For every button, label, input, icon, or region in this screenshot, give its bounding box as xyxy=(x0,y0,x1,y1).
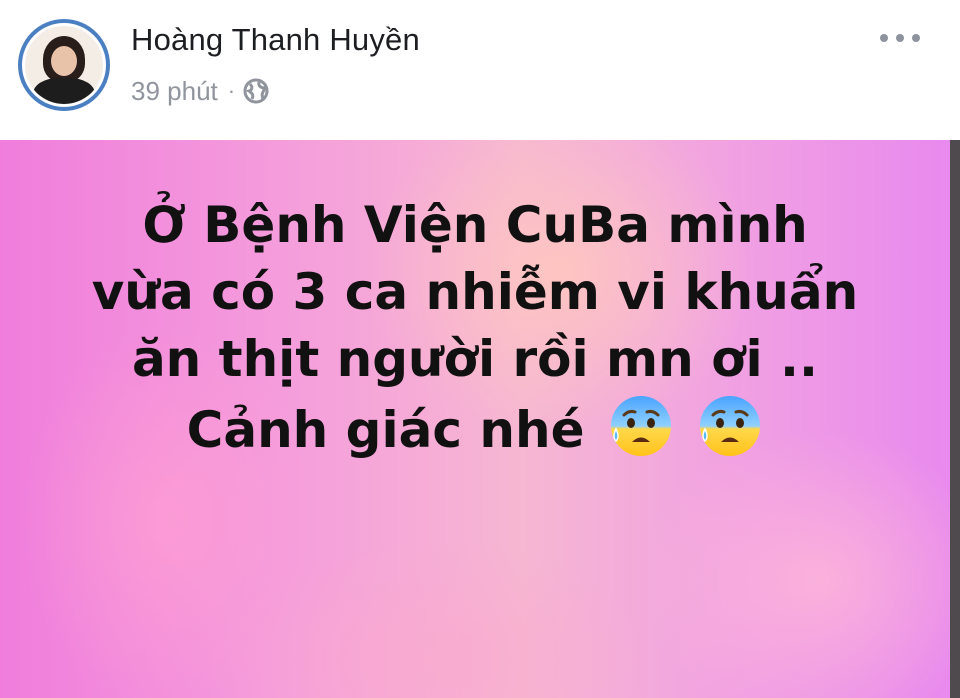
profile-photo xyxy=(22,23,106,107)
avatar-body xyxy=(33,78,95,104)
post-time[interactable]: 39 phút xyxy=(131,76,218,107)
message-line: Cảnh giác nhé xyxy=(186,401,585,459)
avatar-face xyxy=(51,46,77,76)
more-options-icon[interactable] xyxy=(880,28,920,48)
more-dot xyxy=(880,34,888,42)
globe-icon[interactable] xyxy=(243,78,269,104)
facebook-post: Hoàng Thanh Huyền 39 phút · Ở Bệnh Viện … xyxy=(0,0,960,698)
post-message: Ở Bệnh Viện CuBa mình vừa có 3 ca nhiễm … xyxy=(0,192,950,464)
screen-edge xyxy=(950,140,960,698)
author-name[interactable]: Hoàng Thanh Huyền xyxy=(131,22,420,58)
anxious-face-with-sweat-icon xyxy=(697,393,763,459)
meta-separator: · xyxy=(227,78,236,103)
post-meta: 39 phút · xyxy=(131,76,269,106)
message-line: vừa có 3 ca nhiễm vi khuẩn xyxy=(91,263,859,321)
post-header: Hoàng Thanh Huyền 39 phút · xyxy=(0,0,960,140)
more-dot xyxy=(896,34,904,42)
avatar[interactable] xyxy=(18,19,110,111)
message-line: ăn thịt người rồi mn ơi .. xyxy=(131,330,819,388)
message-line: Ở Bệnh Viện CuBa mình xyxy=(142,196,808,254)
message-line-with-emoji: Cảnh giác nhé xyxy=(0,393,950,464)
anxious-face-with-sweat-icon xyxy=(608,393,674,459)
more-dot xyxy=(912,34,920,42)
